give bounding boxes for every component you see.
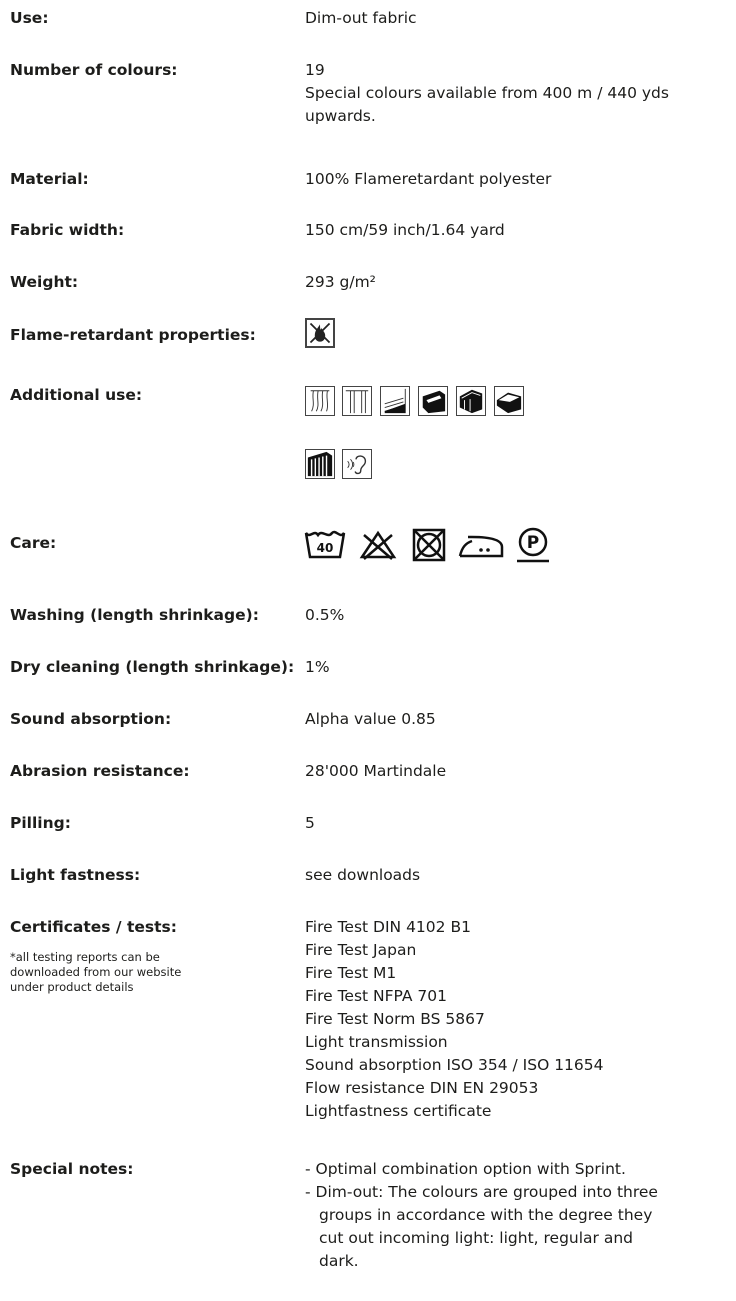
label-certificates: Certificates / tests: (10, 918, 177, 936)
value-sound: Alpha value 0.85 (305, 710, 436, 728)
value-pilling: 5 (305, 814, 315, 832)
value-use: Dim-out fabric (305, 9, 417, 27)
cert-item: Fire Test NFPA 701 (305, 987, 448, 1005)
value-drycleaning: 1% (305, 658, 330, 676)
value-light: see downloads (305, 866, 421, 884)
value-width: 150 cm/59 inch/1.64 yard (305, 221, 505, 239)
cert-footnote-line2: downloaded from our website (10, 965, 182, 979)
label-width: Fabric width: (10, 221, 125, 239)
label-flame: Flame-retardant properties: (10, 326, 256, 344)
upholstery-icon (418, 386, 448, 416)
cert-footnote-line3: under product details (10, 980, 134, 994)
value-abrasion: 28'000 Martindale (305, 762, 447, 780)
bed-skirt-icon (456, 386, 486, 416)
label-use: Use: (10, 9, 49, 27)
value-weight: 293 g/m² (305, 273, 376, 291)
cert-item: Flow resistance DIN EN 29053 (305, 1079, 539, 1097)
panel-curtain-icon (342, 386, 372, 416)
wash-40-icon: 40 (304, 527, 346, 563)
label-light: Light fastness: (10, 866, 141, 884)
no-bleach-icon (358, 527, 398, 563)
no-tumble-dry-icon (410, 527, 448, 563)
colours-note-line2: upwards. (305, 107, 376, 125)
special-note-2-line4: dark. (319, 1252, 359, 1270)
colours-note-line1: Special colours available from 400 m / 4… (305, 84, 669, 102)
curtain-icon (305, 386, 335, 416)
dry-clean-letter: P (527, 533, 539, 553)
label-material: Material: (10, 170, 89, 188)
cert-item: Fire Test Japan (305, 941, 417, 959)
acoustic-ear-icon (342, 449, 372, 479)
label-abrasion: Abrasion resistance: (10, 762, 190, 780)
flame-retardant-icon (305, 318, 335, 348)
bedspread-icon (494, 386, 524, 416)
special-note-2-line3: cut out incoming light: light, regular a… (319, 1229, 633, 1247)
value-colours: 19 (305, 61, 325, 79)
cert-item: Sound absorption ISO 354 / ISO 11654 (305, 1056, 604, 1074)
blind-icon (380, 386, 410, 416)
special-note-2-line1: - Dim-out: The colours are grouped into … (305, 1183, 658, 1201)
label-sound: Sound absorption: (10, 710, 172, 728)
label-colours: Number of colours: (10, 61, 178, 79)
wash-temp-text: 40 (317, 541, 334, 555)
label-washing: Washing (length shrinkage): (10, 606, 259, 624)
vertical-blind-icon (305, 449, 335, 479)
cert-item: Light transmission (305, 1033, 448, 1051)
cert-item: Fire Test DIN 4102 B1 (305, 918, 471, 936)
cert-item: Fire Test Norm BS 5867 (305, 1010, 485, 1028)
iron-low-icon (458, 527, 506, 563)
label-pilling: Pilling: (10, 814, 71, 832)
value-material: 100% Flameretardant polyester (305, 170, 552, 188)
label-drycleaning: Dry cleaning (length shrinkage): (10, 658, 295, 676)
label-special: Special notes: (10, 1160, 134, 1178)
value-washing: 0.5% (305, 606, 345, 624)
dry-clean-p-icon: P (513, 527, 553, 563)
special-note-1: - Optimal combination option with Sprint… (305, 1160, 626, 1178)
label-weight: Weight: (10, 273, 79, 291)
cert-item: Fire Test M1 (305, 964, 397, 982)
cert-item: Lightfastness certificate (305, 1102, 492, 1120)
label-additional: Additional use: (10, 386, 143, 404)
special-note-2-line2: groups in accordance with the degree the… (319, 1206, 653, 1224)
label-care: Care: (10, 534, 57, 552)
cert-footnote-line1: *all testing reports can be (10, 950, 160, 964)
